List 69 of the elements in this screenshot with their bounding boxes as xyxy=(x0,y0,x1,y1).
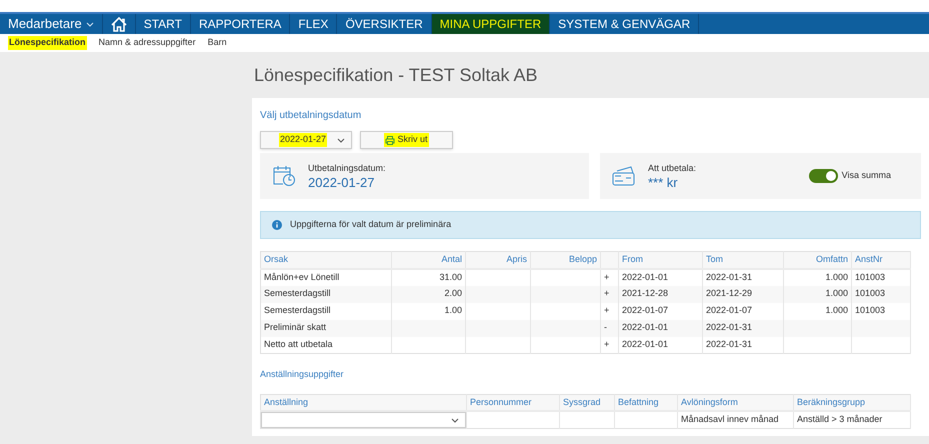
nav-tab[interactable]: MINA UPPGIFTER xyxy=(432,14,550,34)
subnav-tab[interactable]: Lönespecifikation xyxy=(8,36,87,50)
table-cell: 101003 xyxy=(855,305,886,316)
table-cell: + xyxy=(604,272,610,282)
print-button[interactable]: Skriv ut xyxy=(360,131,453,149)
table-cell: 2022-01-01 xyxy=(622,322,668,332)
table-cell: + xyxy=(604,288,610,298)
column-header: Orsak xyxy=(260,252,392,268)
column-header: Personnummer xyxy=(466,394,560,411)
table-cell: Preliminär skatt xyxy=(264,322,326,332)
page-title: Lönespecifikation - TEST Soltak AB xyxy=(253,64,538,87)
table-cell: 2022-01-31 xyxy=(706,339,752,349)
calendar-clock-icon xyxy=(272,165,296,187)
column-header: Anställning xyxy=(260,394,466,411)
table-cell: + xyxy=(604,339,610,349)
notice-text: Uppgifterna för valt datum är preliminära xyxy=(290,218,452,232)
table-cell: 2022-01-07 xyxy=(706,305,752,316)
column-header: Syssgrad xyxy=(560,394,614,411)
toggle-switch[interactable] xyxy=(808,169,838,183)
table-cell: Netto att utbetala xyxy=(264,339,333,349)
table-cell: 101003 xyxy=(855,272,886,282)
subnav-tab[interactable]: Barn xyxy=(208,36,227,50)
credit-card-icon xyxy=(612,166,636,186)
table-cell: 1.00 xyxy=(444,305,462,316)
column-header: Befattning xyxy=(614,394,678,411)
column-header: Beräkningsgrupp xyxy=(794,394,910,411)
section-label: Anställningsuppgifter xyxy=(260,368,345,381)
column-header: Apris xyxy=(466,252,530,268)
column-header: Antal xyxy=(392,252,466,268)
table-cell: 31.00 xyxy=(439,272,462,282)
printer-icon xyxy=(385,136,396,144)
table-cell: 1.000 xyxy=(825,288,848,298)
info-icon xyxy=(272,220,282,230)
chevron-down-icon xyxy=(86,22,94,26)
table-cell: Månlön+ev Lönetill xyxy=(264,272,340,282)
table-cell: 2022-01-31 xyxy=(706,322,752,332)
table-cell: 2022-01-31 xyxy=(706,272,752,282)
chevron-down-icon xyxy=(451,418,459,422)
section-label: Välj utbetalningsdatum xyxy=(260,109,362,123)
column-header: Belopp xyxy=(530,252,600,268)
chevron-down-icon xyxy=(337,138,345,142)
column-header: From xyxy=(618,252,702,268)
card-label: Utbetalningsdatum: xyxy=(308,162,386,176)
toggle-label: Visa summa xyxy=(842,169,891,182)
table-cell: 2021-12-28 xyxy=(622,288,668,298)
column-header: AnstNr xyxy=(852,252,910,268)
table-cell: Anställd > 3 månader xyxy=(797,414,882,424)
column-header: Tom xyxy=(702,252,784,268)
column-header: Avlöningsform xyxy=(678,394,794,411)
table-cell: 1.000 xyxy=(825,305,848,316)
card-label: Att utbetala: xyxy=(648,162,698,176)
table-cell: 2.00 xyxy=(444,288,462,298)
column-header: Omfattn xyxy=(784,252,852,268)
date-select[interactable]: 2022-01-27 xyxy=(260,131,352,149)
card-value: 2022-01-27 xyxy=(308,176,376,190)
table-cell: - xyxy=(604,322,607,332)
table-cell: 2021-12-29 xyxy=(706,288,752,298)
table-cell: Semesterdagstill xyxy=(264,305,331,316)
table-cell: + xyxy=(604,305,610,316)
card-value: *** kr xyxy=(648,176,679,190)
subnav-tab[interactable]: Namn & adressuppgifter xyxy=(98,36,196,50)
table-cell: 2022-01-01 xyxy=(622,272,668,282)
table-cell: 1.000 xyxy=(825,272,848,282)
table-cell: 2022-01-07 xyxy=(622,305,668,316)
table-cell: Semesterdagstill xyxy=(264,288,331,298)
table-cell: 101003 xyxy=(855,288,886,298)
home-icon xyxy=(110,16,127,32)
table-cell: 2022-01-01 xyxy=(622,339,668,349)
table-cell: Månadsavl innev månad xyxy=(681,414,779,424)
